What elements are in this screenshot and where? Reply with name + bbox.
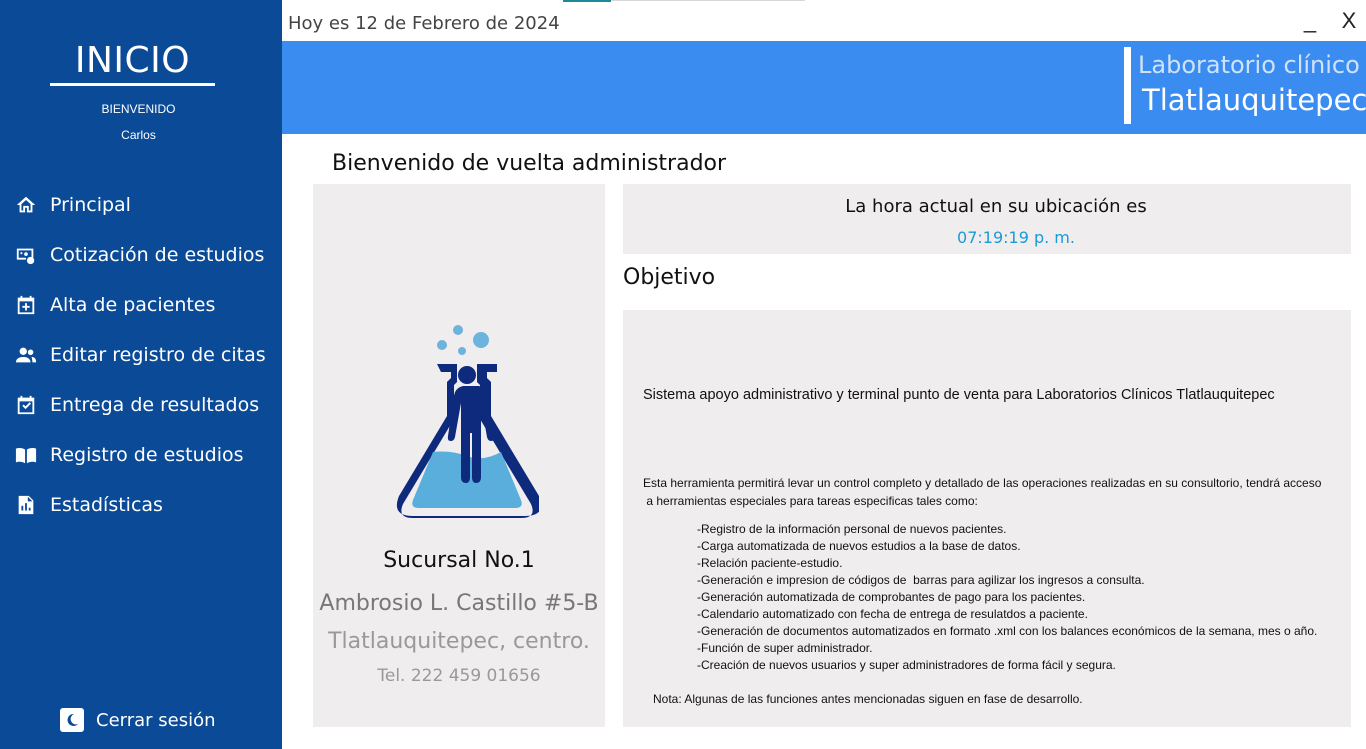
sidebar-item-label: Estadísticas <box>50 494 163 516</box>
lab-logo-icon <box>396 325 539 518</box>
sidebar: INICIO BIENVENIDO Carlos Principal Cotiz… <box>0 0 282 749</box>
sidebar-item-estadisticas[interactable]: Estadísticas <box>0 480 282 530</box>
branch-phone: Tel. 222 459 01656 <box>377 666 541 686</box>
calendar-add-icon <box>14 293 38 317</box>
sidebar-item-principal[interactable]: Principal <box>0 180 282 230</box>
sidebar-item-entrega-resultados[interactable]: Entrega de resultados <box>0 380 282 430</box>
tab-divider <box>611 0 805 1</box>
system-description: Sistema apoyo administrativo y terminal … <box>643 387 1275 403</box>
moon-icon <box>60 708 84 732</box>
list-item: -Carga automatizada de nuevos estudios a… <box>697 539 1021 553</box>
sidebar-item-cotizacion[interactable]: Cotización de estudios <box>0 230 282 280</box>
tool-description: Esta herramienta permitirá levar un cont… <box>643 474 1353 510</box>
branch-name: Sucursal No.1 <box>383 548 535 573</box>
sidebar-title: INICIO <box>74 40 191 81</box>
sidebar-item-label: Principal <box>50 194 131 216</box>
branch-card: Sucursal No.1 Ambrosio L. Castillo #5-B … <box>313 184 605 727</box>
time-value: 07:19:19 p. m. <box>957 228 1075 247</box>
list-item: -Función de super administrador. <box>697 641 873 655</box>
lab-label: Laboratorio clínico <box>1138 51 1360 79</box>
lab-city: Tlatlauquitepec <box>1142 83 1366 117</box>
minimize-button[interactable]: _ <box>1298 8 1322 38</box>
tool-description-line: Esta herramienta permitirá levar un cont… <box>643 476 1322 490</box>
close-button[interactable]: X <box>1336 8 1362 38</box>
sidebar-title-underline <box>50 83 215 86</box>
development-note: Nota: Algunas de las funciones antes men… <box>653 692 1083 706</box>
time-card: La hora actual en su ubicación es 07:19:… <box>623 184 1351 254</box>
logout-button[interactable]: Cerrar sesión <box>60 708 216 732</box>
current-date: Hoy es 12 de Febrero de 2024 <box>288 13 560 34</box>
header-accent-bar <box>1124 47 1131 124</box>
branch-address: Ambrosio L. Castillo #5-B <box>319 591 599 616</box>
home-icon <box>14 193 38 217</box>
open-book-icon <box>14 443 38 467</box>
money-card-icon <box>14 243 38 267</box>
feature-list: -Registro de la información personal de … <box>697 521 1317 674</box>
sidebar-item-label: Registro de estudios <box>50 444 244 466</box>
sidebar-nav: Principal Cotización de estudios Alta de… <box>0 180 282 530</box>
time-label: La hora actual en su ubicación es <box>845 196 1147 217</box>
page-title: Bienvenido de vuelta administrador <box>332 151 727 176</box>
tool-description-line: a herramientas especiales para tareas es… <box>643 494 978 508</box>
list-item: -Generación e impresion de códigos de ba… <box>697 573 1145 587</box>
sidebar-item-label: Entrega de resultados <box>50 394 260 416</box>
calendar-check-icon <box>14 393 38 417</box>
sidebar-item-alta-pacientes[interactable]: Alta de pacientes <box>0 280 282 330</box>
sidebar-item-editar-citas[interactable]: Editar registro de citas <box>0 330 282 380</box>
list-item: -Creación de nuevos usuarios y super adm… <box>697 658 1116 672</box>
list-item: -Generación de documentos automatizados … <box>697 624 1318 638</box>
objective-title: Objetivo <box>623 265 716 290</box>
objective-card: Sistema apoyo administrativo y terminal … <box>623 310 1351 727</box>
header-banner: Laboratorio clínico Tlatlauquitepec <box>282 41 1366 134</box>
sidebar-item-registro-estudios[interactable]: Registro de estudios <box>0 430 282 480</box>
welcome-label: BIENVENIDO <box>101 102 176 116</box>
user-name: Carlos <box>121 128 156 142</box>
list-item: -Registro de la información personal de … <box>697 522 1007 536</box>
list-item: -Generación automatizada de comprobantes… <box>697 590 1086 604</box>
sidebar-item-label: Cotización de estudios <box>50 244 265 266</box>
sidebar-item-label: Alta de pacientes <box>50 294 216 316</box>
tab-indicator <box>563 0 611 2</box>
logout-label: Cerrar sesión <box>96 709 216 731</box>
branch-city: Tlatlauquitepec, centro. <box>328 629 590 654</box>
list-item: -Relación paciente-estudio. <box>697 556 843 570</box>
app-window: INICIO BIENVENIDO Carlos Principal Cotiz… <box>0 0 1366 749</box>
list-item: -Calendario automatizado con fecha de en… <box>697 607 1088 621</box>
report-chart-icon <box>14 493 38 517</box>
sidebar-item-label: Editar registro de citas <box>50 344 266 366</box>
people-icon <box>14 343 38 367</box>
